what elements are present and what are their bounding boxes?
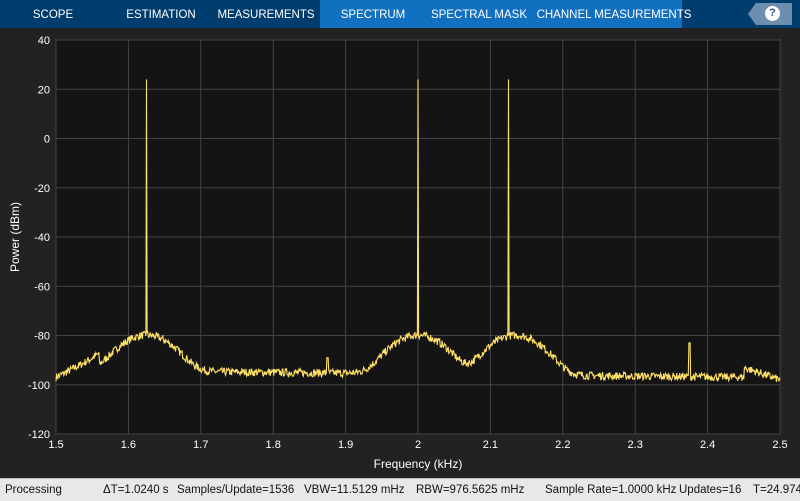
tab-estimation[interactable]: ESTIMATION <box>115 0 207 28</box>
status-vbw: VBW=11.5129 mHz <box>304 484 405 496</box>
tab-scope[interactable]: SCOPE <box>20 0 86 28</box>
x-tick-label: 2.3 <box>628 439 643 451</box>
help-icon: ? <box>765 6 780 21</box>
status-bar: Processing ΔT=1.0240 s Samples/Update=15… <box>0 478 800 501</box>
x-tick-label: 2.5 <box>772 439 787 451</box>
y-tick-label: -120 <box>28 429 50 441</box>
status-state: Processing <box>5 484 62 496</box>
y-axis-label: Power (dBm) <box>8 202 22 272</box>
x-tick-label: 2.2 <box>555 439 570 451</box>
tab-spectral-mask[interactable]: SPECTRAL MASK <box>426 0 532 28</box>
x-tick-label: 1.9 <box>338 439 353 451</box>
y-tick-label: -60 <box>34 281 50 293</box>
x-tick-label: 2.4 <box>700 439 715 451</box>
x-tick-label: 2 <box>415 439 421 451</box>
x-tick-label: 2.1 <box>483 439 498 451</box>
x-tick-label: 1.5 <box>48 439 63 451</box>
y-tick-label: -100 <box>28 380 50 392</box>
x-tick-label: 1.6 <box>121 439 136 451</box>
y-tick-label: -20 <box>34 183 50 195</box>
help-button[interactable]: ? <box>748 3 792 25</box>
status-dt: ΔT=1.0240 s <box>103 484 169 496</box>
tab-spectrum[interactable]: SPECTRUM <box>328 0 418 28</box>
toolbar: SCOPE ESTIMATION MEASUREMENTS SPECTRUM S… <box>0 0 800 28</box>
status-updates: Updates=16 <box>679 484 742 496</box>
status-sample-rate: Sample Rate=1.0000 kHz <box>545 484 677 496</box>
status-time: T=24.974 <box>753 484 800 496</box>
y-tick-label: 20 <box>38 84 50 96</box>
y-tick-label: 40 <box>38 35 50 47</box>
y-tick-label: -40 <box>34 232 50 244</box>
tab-measurements[interactable]: MEASUREMENTS <box>214 0 318 28</box>
status-rbw: RBW=976.5625 mHz <box>416 484 525 496</box>
x-axis-label: Frequency (kHz) <box>374 457 463 471</box>
status-samples: Samples/Update=1536 <box>177 484 295 496</box>
x-tick-label: 1.7 <box>193 439 208 451</box>
y-tick-label: -80 <box>34 331 50 343</box>
tab-channel-measurements[interactable]: CHANNEL MEASUREMENTS <box>536 0 692 28</box>
y-tick-label: 0 <box>44 134 50 146</box>
x-tick-label: 1.8 <box>266 439 281 451</box>
spectrum-plot[interactable]: 1.5 1.6 1.7 1.8 1.9 2 2.1 2.2 2.3 2.4 2.5 40 20 0 -20 -… <box>0 28 800 478</box>
